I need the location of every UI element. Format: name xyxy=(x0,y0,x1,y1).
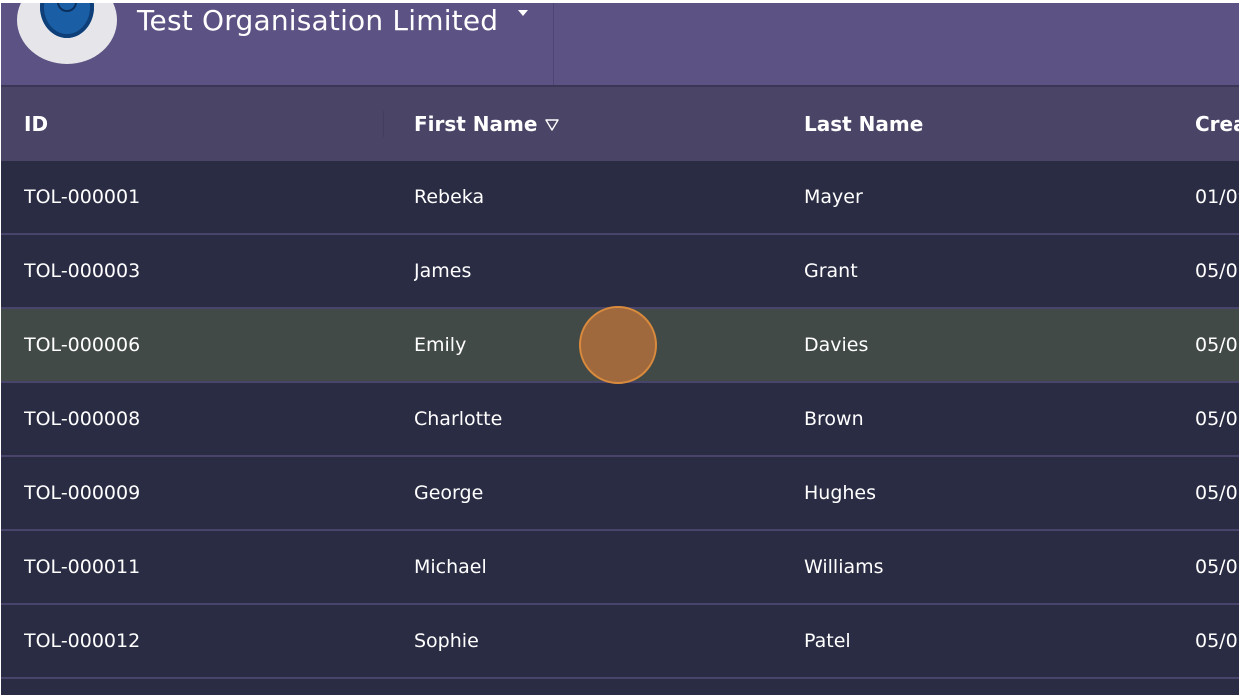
cell-last-name: Brown xyxy=(804,408,864,430)
table-row[interactable]: TOL-000011 Michael Williams 05/0 xyxy=(1,531,1239,605)
cell-created: 05/0 xyxy=(1195,408,1238,430)
cell-id: TOL-000011 xyxy=(24,556,141,578)
cell-created: 05/0 xyxy=(1195,630,1238,652)
organisation-name[interactable]: Test Organisation Limited xyxy=(137,4,498,37)
column-header-first-name-label: First Name xyxy=(414,112,538,136)
table-row[interactable]: TOL-000003 James Grant 05/0 xyxy=(1,235,1239,309)
column-header-created[interactable]: Crea xyxy=(1195,87,1239,161)
filter-icon[interactable] xyxy=(545,87,560,161)
cell-last-name: Patel xyxy=(804,630,851,652)
column-separator[interactable] xyxy=(383,111,384,137)
cell-last-name: Davies xyxy=(804,334,869,356)
cell-first-name: Rebeka xyxy=(414,186,485,208)
column-header-first-name[interactable]: First Name xyxy=(414,87,560,161)
cell-id: TOL-000001 xyxy=(24,186,141,208)
column-header-id[interactable]: ID xyxy=(24,87,48,161)
column-header-last-name[interactable]: Last Name xyxy=(804,87,923,161)
cell-first-name: Emily xyxy=(414,334,467,356)
cell-last-name: Mayer xyxy=(804,186,863,208)
grid-header-row: ID First Name Last Name Crea xyxy=(1,85,1239,161)
cell-last-name: Hughes xyxy=(804,482,877,504)
table-row[interactable]: TOL-000001 Rebeka Mayer 01/09 xyxy=(1,161,1239,235)
cell-first-name: Michael xyxy=(414,556,487,578)
cell-first-name: George xyxy=(414,482,484,504)
cell-created: 05/0 xyxy=(1195,334,1238,356)
cell-last-name: Grant xyxy=(804,260,858,282)
cell-first-name: James xyxy=(414,260,472,282)
cell-first-name: Charlotte xyxy=(414,408,503,430)
cell-created: 05/0 xyxy=(1195,482,1238,504)
caret-down-icon[interactable] xyxy=(518,10,528,16)
click-indicator xyxy=(579,306,657,384)
cell-id: TOL-000003 xyxy=(24,260,141,282)
cell-last-name: Williams xyxy=(804,556,884,578)
cell-first-name: Sophie xyxy=(414,630,479,652)
table-row[interactable]: TOL-000009 George Hughes 05/0 xyxy=(1,457,1239,531)
cell-id: TOL-000009 xyxy=(24,482,141,504)
organisation-header: Test Organisation Limited xyxy=(1,3,1239,85)
cell-id: TOL-000008 xyxy=(24,408,141,430)
header-divider xyxy=(553,3,554,85)
table-row[interactable]: TOL-000008 Charlotte Brown 05/0 xyxy=(1,383,1239,457)
cell-id: TOL-000006 xyxy=(24,334,141,356)
cell-created: 05/0 xyxy=(1195,260,1238,282)
cell-id: TOL-000012 xyxy=(24,630,141,652)
organisation-logo-icon xyxy=(17,3,117,64)
table-row[interactable]: TOL-000012 Sophie Patel 05/0 xyxy=(1,605,1239,679)
cell-created: 05/0 xyxy=(1195,556,1238,578)
cell-created: 01/09 xyxy=(1195,186,1239,208)
